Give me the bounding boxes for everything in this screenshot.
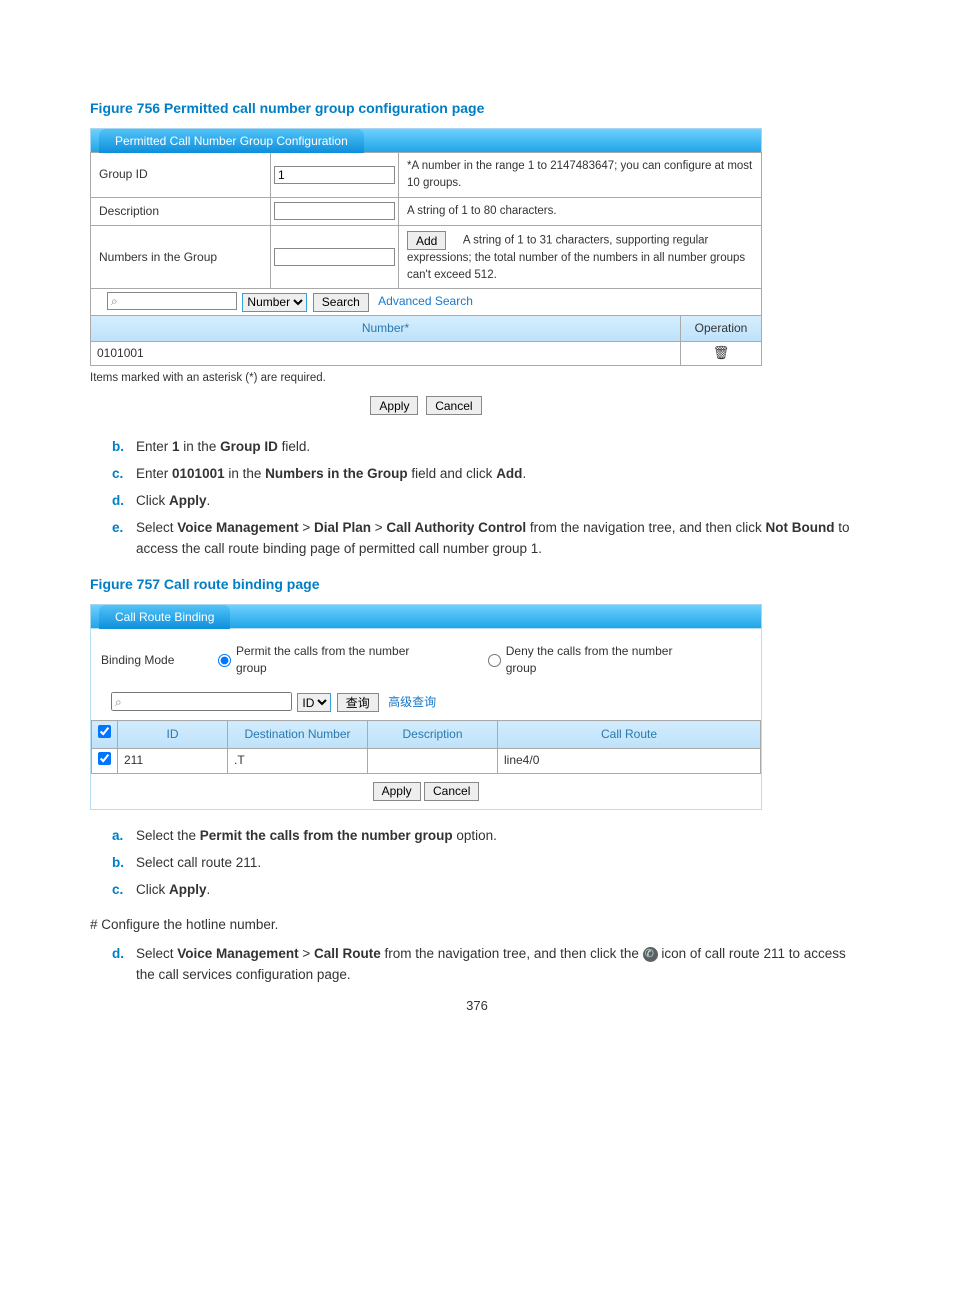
fig756-advanced-search-link[interactable]: Advanced Search — [378, 294, 473, 308]
fig757-titlebar: Call Route Binding — [90, 604, 762, 628]
deny-radio-option[interactable]: Deny the calls from the number group — [488, 643, 701, 678]
step-b2: b. Select call route 211. — [112, 853, 864, 874]
step-d: d. Click Apply. — [112, 491, 864, 512]
fig757-search-select[interactable]: ID — [297, 693, 331, 712]
step-a2: a. Select the Permit the calls from the … — [112, 826, 864, 847]
fig756-search-input[interactable] — [107, 292, 237, 310]
header-call-route[interactable]: Call Route — [498, 721, 761, 748]
phone-config-icon — [643, 947, 658, 962]
steps-group-3: d. Select Voice Management > Call Route … — [112, 944, 864, 986]
figure-756-caption: Figure 756 Permitted call number group c… — [90, 98, 864, 118]
permit-radio-label: Permit the calls from the number group — [236, 643, 438, 678]
fig756-cancel-button[interactable]: Cancel — [426, 396, 481, 415]
numbers-help-cell: Add A string of 1 to 31 characters, supp… — [399, 226, 762, 289]
fig757-apply-button[interactable]: Apply — [373, 782, 421, 801]
add-button[interactable]: Add — [407, 231, 446, 250]
permit-radio[interactable] — [218, 654, 231, 667]
fig757-search-row: ⌕ ID 查询 高级查询 — [91, 688, 761, 720]
fig756-form-table: Group ID *A number in the range 1 to 214… — [90, 152, 762, 289]
steps-group-1: b. Enter 1 in the Group ID field. c. Ent… — [112, 437, 864, 560]
numbers-label: Numbers in the Group — [91, 226, 271, 289]
fig756-tab: Permitted Call Number Group Configuratio… — [99, 129, 364, 153]
numbers-input[interactable] — [274, 248, 395, 266]
row-destination: .T — [228, 748, 368, 773]
table-row: 211 .T line4/0 — [92, 748, 761, 773]
fig756-search-button[interactable]: Search — [313, 293, 369, 312]
binding-mode-label: Binding Mode — [101, 652, 218, 669]
fig756-data-row: 0101001 🗑 — [90, 342, 762, 366]
fig757-advanced-search-link[interactable]: 高级查询 — [388, 695, 436, 709]
fig756-button-row: Apply Cancel — [90, 395, 762, 415]
fig756-search-select[interactable]: Number — [242, 293, 307, 312]
figure-757-caption: Figure 757 Call route binding page — [90, 574, 864, 594]
step-b: b. Enter 1 in the Group ID field. — [112, 437, 864, 458]
step-e: e. Select Voice Management > Dial Plan >… — [112, 518, 864, 560]
fig757-search-button[interactable]: 查询 — [337, 693, 379, 712]
deny-radio-label: Deny the calls from the number group — [506, 643, 701, 678]
header-destination[interactable]: Destination Number — [228, 721, 368, 748]
fig756-header-operation: Operation — [681, 316, 761, 341]
fig756-apply-button[interactable]: Apply — [370, 396, 418, 415]
header-description[interactable]: Description — [368, 721, 498, 748]
page-number: 376 — [0, 997, 954, 1016]
group-id-input[interactable] — [274, 166, 395, 184]
step-c: c. Enter 0101001 in the Numbers in the G… — [112, 464, 864, 485]
required-note: Items marked with an asterisk (*) are re… — [90, 370, 762, 387]
group-id-help: *A number in the range 1 to 2147483647; … — [399, 153, 762, 197]
figure-756-panel: Permitted Call Number Group Configuratio… — [90, 128, 762, 415]
row-id: 211 — [118, 748, 228, 773]
fig757-table: ID Destination Number Description Call R… — [91, 720, 761, 774]
group-id-label: Group ID — [91, 153, 271, 197]
header-checkbox-cell — [92, 721, 118, 748]
row-checkbox[interactable] — [98, 752, 111, 765]
description-input[interactable] — [274, 202, 395, 220]
fig757-tab: Call Route Binding — [99, 605, 230, 629]
fig756-header: Number* Operation — [90, 316, 762, 342]
fig756-header-number[interactable]: Number* — [91, 316, 681, 341]
step-c2: c. Click Apply. — [112, 880, 864, 901]
fig757-cancel-button[interactable]: Cancel — [424, 782, 479, 801]
figure-757-panel: Call Route Binding Binding Mode Permit t… — [90, 604, 762, 810]
fig757-button-row: Apply Cancel — [91, 782, 761, 801]
binding-mode-row: Binding Mode Permit the calls from the n… — [91, 629, 761, 688]
fig757-search-input[interactable] — [111, 692, 292, 711]
description-label: Description — [91, 197, 271, 225]
fig756-titlebar: Permitted Call Number Group Configuratio… — [90, 128, 762, 152]
header-id[interactable]: ID — [118, 721, 228, 748]
description-help: A string of 1 to 80 characters. — [399, 197, 762, 225]
hash-line: # Configure the hotline number. — [90, 915, 864, 935]
permit-radio-option[interactable]: Permit the calls from the number group — [218, 643, 438, 678]
step-d2: d. Select Voice Management > Call Route … — [112, 944, 864, 986]
row-call-route: line4/0 — [498, 748, 761, 773]
steps-group-2: a. Select the Permit the calls from the … — [112, 826, 864, 901]
fig756-data-number: 0101001 — [91, 342, 681, 365]
row-description — [368, 748, 498, 773]
delete-icon[interactable]: 🗑 — [713, 344, 730, 363]
header-checkbox[interactable] — [98, 725, 111, 738]
numbers-help: A string of 1 to 31 characters, supporti… — [407, 235, 745, 281]
fig756-search-row: ⌕ Number Search Advanced Search — [90, 289, 762, 315]
deny-radio[interactable] — [488, 654, 501, 667]
